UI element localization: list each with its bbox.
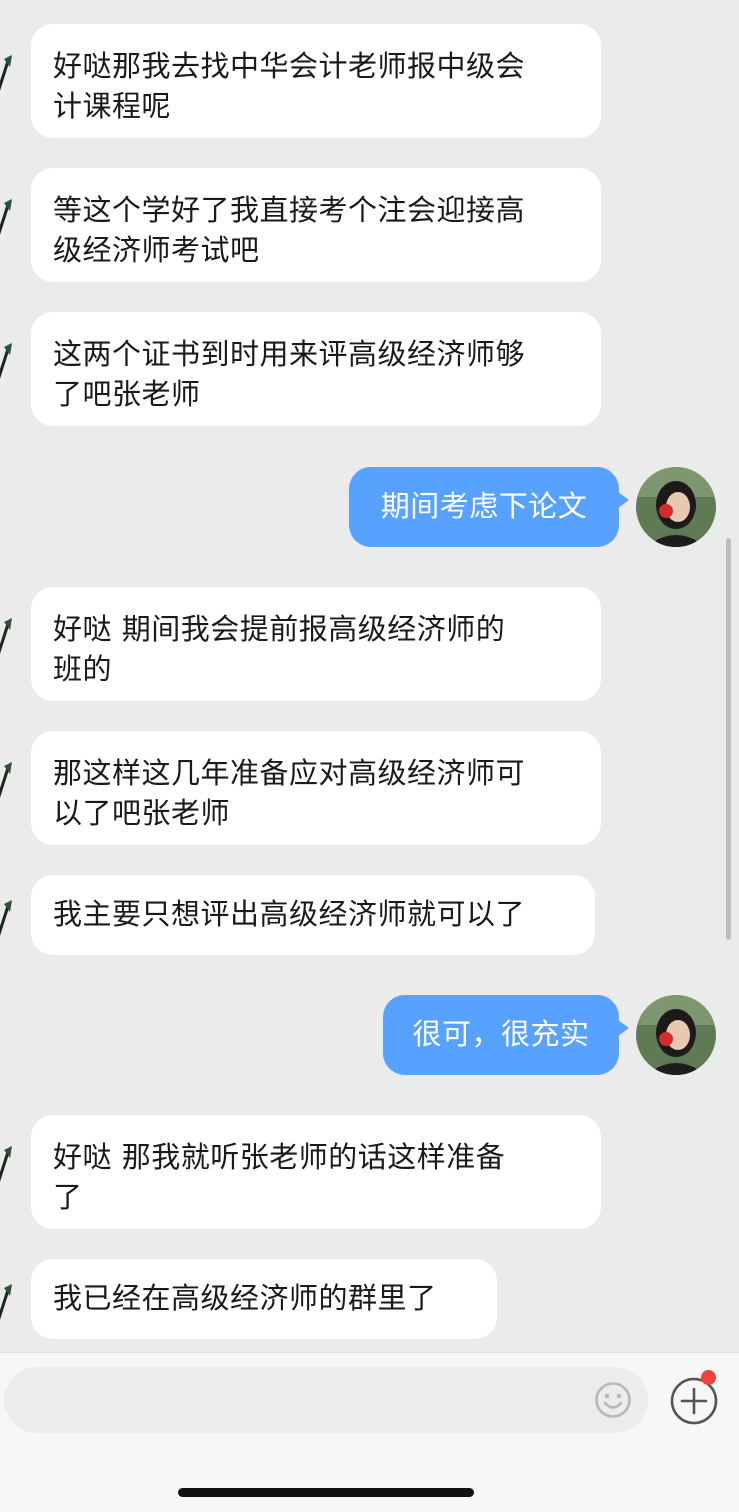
outgoing-message-bubble[interactable]: 期间考虑下论文 bbox=[349, 467, 619, 547]
message-text: 期间考虑下论文 bbox=[380, 489, 588, 523]
message-text: 了吧张老师 bbox=[53, 377, 201, 411]
incoming-message-bubble[interactable]: 好哒那我去找中华会计老师报中级会 计课程呢 bbox=[31, 24, 601, 138]
sender-avatar[interactable] bbox=[0, 341, 16, 401]
outgoing-message-bubble[interactable]: 很可，很充实 bbox=[383, 995, 619, 1075]
chat-message-list[interactable]: 好哒那我去找中华会计老师报中级会 计课程呢 等这个学好了我直接考个注会迎接高 级… bbox=[0, 0, 739, 1352]
input-bar bbox=[0, 1352, 739, 1512]
incoming-message-bubble[interactable]: 等这个学好了我直接考个注会迎接高 级经济师考试吧 bbox=[31, 168, 601, 282]
message-text: 级经济师考试吧 bbox=[53, 233, 260, 267]
incoming-message-bubble[interactable]: 那这样这几年准备应对高级经济师可 以了吧张老师 bbox=[31, 731, 601, 845]
sender-avatar[interactable] bbox=[0, 760, 16, 820]
my-avatar[interactable] bbox=[636, 995, 716, 1075]
message-text: 等这个学好了我直接考个注会迎接高 bbox=[53, 193, 526, 227]
message-text: 好哒那我去找中华会计老师报中级会 bbox=[53, 49, 526, 83]
sender-avatar[interactable] bbox=[0, 1282, 16, 1342]
message-text: 计课程呢 bbox=[53, 89, 172, 123]
message-text: 很可，很充实 bbox=[412, 1017, 590, 1051]
incoming-message-bubble[interactable]: 我主要只想评出高级经济师就可以了 bbox=[31, 875, 595, 955]
smiley-face-icon[interactable] bbox=[594, 1381, 632, 1419]
message-text: 那这样这几年准备应对高级经济师可 bbox=[53, 756, 526, 790]
incoming-message-bubble[interactable]: 这两个证书到时用来评高级经济师够 了吧张老师 bbox=[31, 312, 601, 426]
incoming-message-bubble[interactable]: 我已经在高级经济师的群里了 bbox=[31, 1259, 497, 1339]
bubble-tail bbox=[618, 1020, 629, 1036]
sender-avatar[interactable] bbox=[0, 616, 16, 676]
message-text: 了 bbox=[53, 1180, 83, 1214]
message-input[interactable] bbox=[4, 1367, 648, 1433]
message-text: 我主要只想评出高级经济师就可以了 bbox=[53, 897, 526, 931]
message-text: 以了吧张老师 bbox=[53, 796, 231, 830]
scrollbar[interactable] bbox=[726, 538, 731, 940]
bubble-tail bbox=[618, 492, 629, 508]
message-text: 好哒 那我就听张老师的话这样准备 bbox=[53, 1140, 506, 1174]
message-text: 这两个证书到时用来评高级经济师够 bbox=[53, 337, 526, 371]
notification-dot bbox=[701, 1370, 716, 1385]
sender-avatar[interactable] bbox=[0, 1144, 16, 1204]
my-avatar[interactable] bbox=[636, 467, 716, 547]
home-indicator[interactable] bbox=[178, 1488, 474, 1497]
sender-avatar[interactable] bbox=[0, 53, 16, 113]
incoming-message-bubble[interactable]: 好哒 期间我会提前报高级经济师的 班的 bbox=[31, 587, 601, 701]
incoming-message-bubble[interactable]: 好哒 那我就听张老师的话这样准备 了 bbox=[31, 1115, 601, 1229]
sender-avatar[interactable] bbox=[0, 197, 16, 257]
message-text: 班的 bbox=[53, 652, 113, 686]
sender-avatar[interactable] bbox=[0, 898, 16, 958]
message-text: 我已经在高级经济师的群里了 bbox=[53, 1281, 437, 1315]
message-text: 好哒 期间我会提前报高级经济师的 bbox=[53, 612, 506, 646]
